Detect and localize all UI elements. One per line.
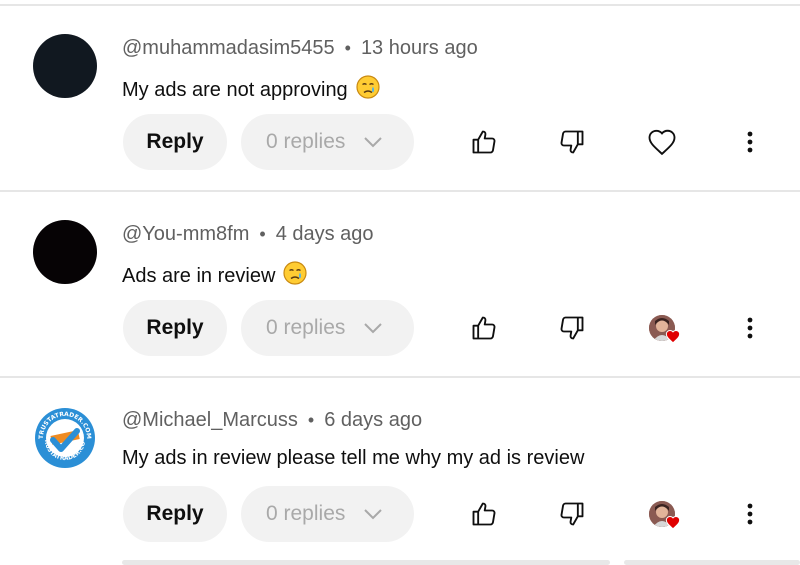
comment-text: My ads in review please tell me why my a… (122, 447, 584, 470)
replies-count: 0 replies (266, 502, 346, 525)
more-options-button[interactable] (732, 496, 768, 532)
dislike-button[interactable] (554, 496, 590, 532)
reply-button[interactable]: Reply (123, 486, 227, 542)
comment-time[interactable]: 13 hours ago (361, 37, 478, 59)
meta-separator: • (344, 38, 351, 58)
chevron-down-icon (364, 137, 383, 148)
comment-1: @muhammadasim5455 • 13 hours ago My ads ar… (0, 6, 800, 192)
comment-text: My ads are not approving (122, 75, 380, 105)
like-button[interactable] (466, 496, 502, 532)
kebab-menu-icon (747, 503, 753, 525)
view-replies-button[interactable]: 0 replies (241, 300, 414, 356)
chevron-down-icon (364, 323, 383, 334)
next-item-edge (122, 560, 610, 565)
like-button[interactable] (466, 124, 502, 160)
avatar[interactable] (33, 34, 97, 98)
meta-separator: • (307, 410, 315, 430)
thumbs-up-icon (472, 502, 496, 526)
crying-face-emoji-icon (283, 261, 308, 291)
reply-button[interactable]: Reply (123, 114, 227, 170)
view-replies-button[interactable]: 0 replies (241, 486, 414, 542)
heart-filled-icon (665, 515, 681, 530)
thumbs-down-icon (560, 316, 584, 340)
reply-button[interactable]: Reply (123, 300, 227, 356)
comment-time[interactable]: 6 days ago (324, 409, 422, 431)
thumbs-up-icon (472, 316, 496, 340)
heart-outline-icon (648, 129, 676, 156)
chevron-down-icon (364, 509, 383, 520)
comment-text: Ads are in review (122, 261, 308, 291)
trustatrader-logo-icon: TRUSTATRADER.COM TRUSTATRADER.COM (33, 406, 95, 468)
more-options-button[interactable] (732, 310, 768, 346)
comment-time[interactable]: 4 days ago (276, 223, 374, 245)
thumbs-up-icon (472, 130, 496, 154)
heart-button[interactable] (644, 124, 680, 160)
comment-meta: @muhammadasim5455 • 13 hours ago (122, 37, 478, 60)
comment-body: My ads in review please tell me why my a… (122, 447, 585, 469)
author-handle[interactable]: @Michael_Marcuss (122, 409, 298, 431)
creator-heart-badge[interactable] (649, 501, 683, 535)
dislike-button[interactable] (554, 310, 590, 346)
meta-separator: • (259, 224, 266, 244)
heart-filled-icon (665, 329, 681, 344)
kebab-menu-icon (747, 131, 753, 153)
avatar[interactable] (33, 220, 97, 284)
author-handle[interactable]: @You-mm8fm (122, 223, 249, 245)
comment-body: Ads are in review (122, 265, 276, 287)
dislike-button[interactable] (554, 124, 590, 160)
replies-count: 0 replies (266, 130, 346, 153)
comment-meta: @Michael_Marcuss • 6 days ago (122, 409, 422, 432)
creator-heart-badge[interactable] (649, 315, 683, 349)
thumbs-down-icon (560, 130, 584, 154)
like-button[interactable] (466, 310, 502, 346)
replies-count: 0 replies (266, 316, 346, 339)
thumbs-down-icon (560, 502, 584, 526)
author-handle[interactable]: @muhammadasim5455 (122, 37, 335, 59)
kebab-menu-icon (747, 317, 753, 339)
view-replies-button[interactable]: 0 replies (241, 114, 414, 170)
avatar[interactable]: TRUSTATRADER.COM TRUSTATRADER.COM (33, 406, 97, 470)
more-options-button[interactable] (732, 124, 768, 160)
comment-2: @You-mm8fm • 4 days ago Ads are in review … (0, 192, 800, 378)
comment-3: TRUSTATRADER.COM TRUSTATRADER.COM @Micha… (0, 378, 800, 564)
next-item-edge (624, 560, 800, 565)
crying-face-emoji-icon (356, 75, 380, 105)
comment-meta: @You-mm8fm • 4 days ago (122, 223, 374, 246)
comment-body: My ads are not approving (122, 79, 348, 101)
